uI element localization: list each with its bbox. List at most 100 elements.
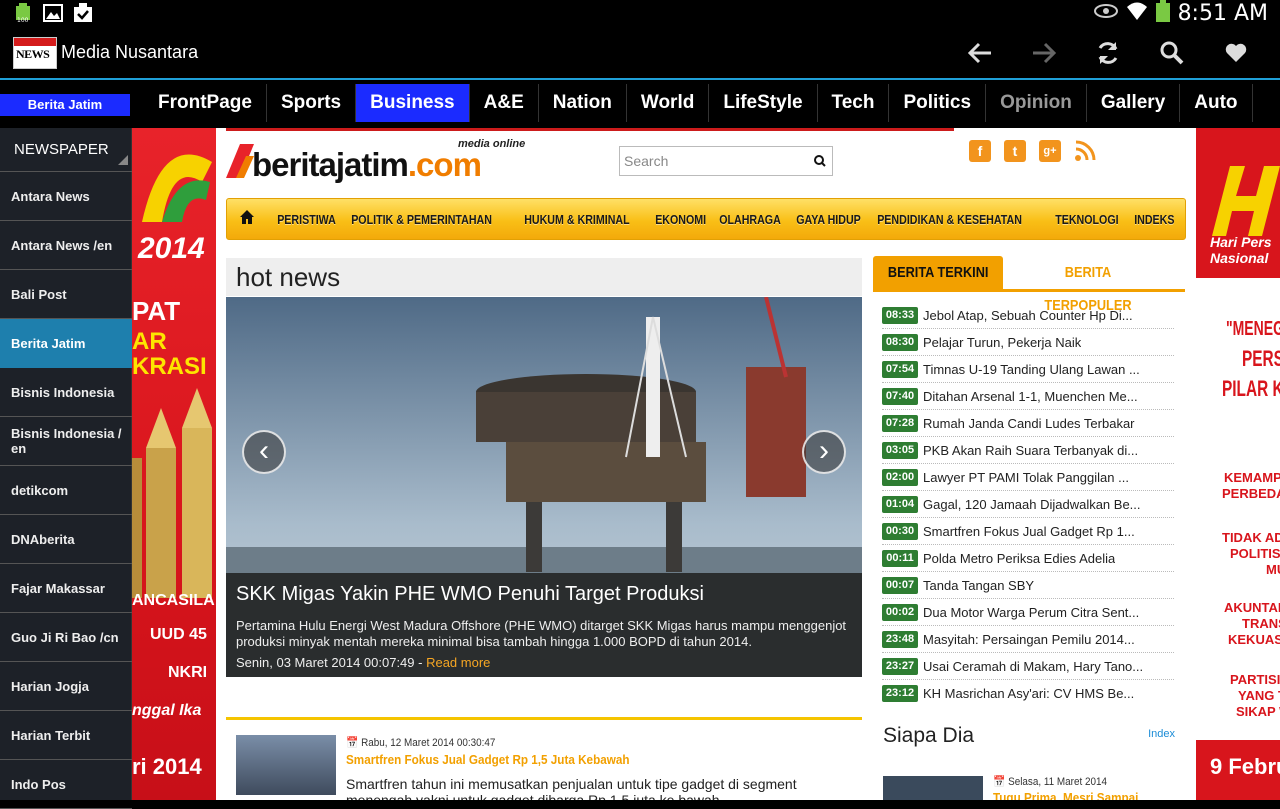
- article-thumbnail[interactable]: [236, 735, 336, 795]
- tab-berita-terpopuler[interactable]: BERITA TERPOPULER: [1013, 256, 1163, 314]
- article-thumbnail[interactable]: [883, 776, 983, 800]
- list-item[interactable]: 03:05 PKB Akan Raih Suara Terbanyak di...: [882, 437, 1174, 464]
- slider-next-button[interactable]: ›: [802, 430, 846, 474]
- tab-tech[interactable]: Tech: [818, 84, 890, 122]
- drawer-item-detikcom[interactable]: detikcom: [0, 466, 132, 515]
- battery-full-icon: 100: [12, 3, 34, 23]
- site-search-input[interactable]: [624, 151, 808, 171]
- drawer-item-harian-jogja[interactable]: Harian Jogja: [0, 662, 132, 711]
- index-link[interactable]: Index: [1148, 728, 1175, 740]
- tab-business[interactable]: Business: [356, 84, 470, 122]
- tab-ae[interactable]: A&E: [470, 84, 539, 122]
- forward-button[interactable]: [1012, 34, 1076, 72]
- news-title[interactable]: Tanda Tangan SBY: [923, 578, 1034, 593]
- drawer-item-dnaberita[interactable]: DNAberita: [0, 515, 132, 564]
- news-title[interactable]: Usai Ceramah di Makam, Hary Tano...: [923, 659, 1143, 674]
- tab-lifestyle[interactable]: LifeStyle: [709, 84, 818, 122]
- news-title[interactable]: Masyitah: Persaingan Pemilu 2014...: [923, 632, 1135, 647]
- hot-news-title: hot news: [226, 258, 862, 296]
- news-title[interactable]: Lawyer PT PAMI Tolak Panggilan ...: [923, 470, 1129, 485]
- list-item[interactable]: 07:40 Ditahan Arsenal 1-1, Muenchen Me...: [882, 383, 1174, 410]
- news-title[interactable]: Ditahan Arsenal 1-1, Muenchen Me...: [923, 389, 1138, 404]
- list-item[interactable]: 00:02 Dua Motor Warga Perum Citra Sent...: [882, 599, 1174, 626]
- drawer-item-guo-ji-ri-bao[interactable]: Guo Ji Ri Bao /cn: [0, 613, 132, 662]
- list-item[interactable]: 23:12 KH Masrichan Asy'ari: CV HMS Be...: [882, 680, 1174, 707]
- nav-hukum[interactable]: HUKUM & KRIMINAL: [516, 199, 638, 241]
- refresh-button[interactable]: [1076, 34, 1140, 72]
- list-item[interactable]: 01:04 Gagal, 120 Jamaah Dijadwalkan Be...: [882, 491, 1174, 518]
- nav-ekonomi[interactable]: EKONOMI: [647, 199, 714, 241]
- list-item[interactable]: 08:30 Pelajar Turun, Pekerja Naik: [882, 329, 1174, 356]
- ad-banner-right[interactable]: Hari Pers Nasional "MENEGUH PERS PILAR K…: [1196, 128, 1280, 800]
- search-icon[interactable]: [814, 154, 826, 172]
- nav-politik[interactable]: POLITIK & PEMERINTAHAN: [343, 199, 500, 241]
- article-description: Smartfren tahun ini memusatkan penjualan…: [346, 776, 797, 800]
- news-title[interactable]: Gagal, 120 Jamaah Dijadwalkan Be...: [923, 497, 1141, 512]
- nav-indeks[interactable]: INDEKS: [1126, 199, 1183, 241]
- list-item[interactable]: 08:33 Jebol Atap, Sebuah Counter Hp Di...: [882, 302, 1174, 329]
- banner-pen-graphic: [132, 388, 212, 598]
- news-title[interactable]: Jebol Atap, Sebuah Counter Hp Di...: [923, 308, 1133, 323]
- news-title[interactable]: Smartfren Fokus Jual Gadget Rp 1...: [923, 524, 1135, 539]
- clock: 8:51 AM: [1177, 0, 1268, 26]
- news-time-badge: 01:04: [882, 495, 918, 513]
- nav-gaya-hidup[interactable]: GAYA HIDUP: [788, 199, 869, 241]
- home-icon[interactable]: [239, 209, 255, 230]
- list-item[interactable]: 02:00 Lawyer PT PAMI Tolak Panggilan ...: [882, 464, 1174, 491]
- facebook-icon[interactable]: f: [969, 140, 991, 162]
- nav-olahraga[interactable]: OLAHRAGA: [711, 199, 789, 241]
- drawer-item-bisnis-indonesia[interactable]: Bisnis Indonesia: [0, 368, 132, 417]
- news-title[interactable]: Timnas U-19 Tanding Ulang Lawan ...: [923, 362, 1140, 377]
- search-button[interactable]: [1140, 34, 1204, 72]
- hot-news-slider[interactable]: ‹ › SKK Migas Yakin PHE WMO Penuhi Targe…: [226, 297, 862, 677]
- list-item[interactable]: 07:54 Timnas U-19 Tanding Ulang Lawan ...: [882, 356, 1174, 383]
- drawer-item-indo-pos[interactable]: Indo Pos: [0, 760, 132, 809]
- news-title[interactable]: PKB Akan Raih Suara Terbanyak di...: [923, 443, 1138, 458]
- back-button[interactable]: [948, 34, 1012, 72]
- nav-pendidikan[interactable]: PENDIDIKAN & KESEHATAN: [869, 199, 1030, 241]
- drawer-item-fajar-makassar[interactable]: Fajar Makassar: [0, 564, 132, 613]
- drawer-item-bali-post[interactable]: Bali Post: [0, 270, 132, 319]
- google-plus-icon[interactable]: g+: [1039, 140, 1061, 162]
- news-time-badge: 08:30: [882, 333, 918, 351]
- article-title[interactable]: Tugu Prima, Mesri Sampai: [993, 790, 1138, 800]
- list-item[interactable]: 00:07 Tanda Tangan SBY: [882, 572, 1174, 599]
- favorite-button[interactable]: [1204, 34, 1268, 72]
- tab-nation[interactable]: Nation: [539, 84, 627, 122]
- list-item[interactable]: 23:48 Masyitah: Persaingan Pemilu 2014...: [882, 626, 1174, 653]
- news-title[interactable]: Polda Metro Periksa Edies Adelia: [923, 551, 1115, 566]
- tab-berita-terkini[interactable]: BERITA TERKINI: [873, 256, 1003, 289]
- tab-sports[interactable]: Sports: [267, 84, 357, 122]
- drawer-item-antara-news-en[interactable]: Antara News /en: [0, 221, 132, 270]
- tab-world[interactable]: World: [627, 84, 710, 122]
- news-title[interactable]: KH Masrichan Asy'ari: CV HMS Be...: [923, 686, 1134, 701]
- news-title[interactable]: Dua Motor Warga Perum Citra Sent...: [923, 605, 1139, 620]
- drawer-item-antara-news[interactable]: Antara News: [0, 172, 132, 221]
- slide-date: Senin, 03 Maret 2014 00:07:49 -: [236, 655, 427, 670]
- twitter-icon[interactable]: t: [1004, 140, 1026, 162]
- ad-banner-left[interactable]: 2014 PAT AR KRASI ANCASILA UUD 45 NKRI n…: [132, 128, 216, 800]
- tab-frontpage[interactable]: FrontPage: [144, 84, 267, 122]
- drawer-item-harian-terbit[interactable]: Harian Terbit: [0, 711, 132, 760]
- article-title[interactable]: Smartfren Fokus Jual Gadget Rp 1,5 Juta …: [346, 752, 629, 767]
- list-item[interactable]: 23:27 Usai Ceramah di Makam, Hary Tano...: [882, 653, 1174, 680]
- list-item[interactable]: 07:28 Rumah Janda Candi Ludes Terbakar: [882, 410, 1174, 437]
- slide-title[interactable]: SKK Migas Yakin PHE WMO Penuhi Target Pr…: [236, 583, 704, 606]
- current-newspaper[interactable]: Berita Jatim: [0, 94, 130, 116]
- tab-opinion[interactable]: Opinion: [986, 84, 1087, 122]
- news-title[interactable]: Rumah Janda Candi Ludes Terbakar: [923, 416, 1135, 431]
- read-more-link[interactable]: Read more: [426, 655, 490, 670]
- tab-politics[interactable]: Politics: [889, 84, 987, 122]
- nav-peristiwa[interactable]: PERISTIWA: [269, 199, 344, 241]
- nav-teknologi[interactable]: TEKNOLOGI: [1047, 199, 1127, 241]
- tab-auto[interactable]: Auto: [1180, 84, 1253, 122]
- drawer-item-berita-jatim[interactable]: Berita Jatim: [0, 319, 132, 368]
- rss-icon[interactable]: [1074, 140, 1096, 162]
- tab-gallery[interactable]: Gallery: [1087, 84, 1181, 122]
- wifi-icon: [1126, 1, 1148, 26]
- drawer-item-bisnis-indonesia-en[interactable]: Bisnis Indonesia / en: [0, 417, 132, 466]
- list-item[interactable]: 00:30 Smartfren Fokus Jual Gadget Rp 1...: [882, 518, 1174, 545]
- news-title[interactable]: Pelajar Turun, Pekerja Naik: [923, 335, 1081, 350]
- list-item[interactable]: 00:11 Polda Metro Periksa Edies Adelia: [882, 545, 1174, 572]
- slider-prev-button[interactable]: ‹: [242, 430, 286, 474]
